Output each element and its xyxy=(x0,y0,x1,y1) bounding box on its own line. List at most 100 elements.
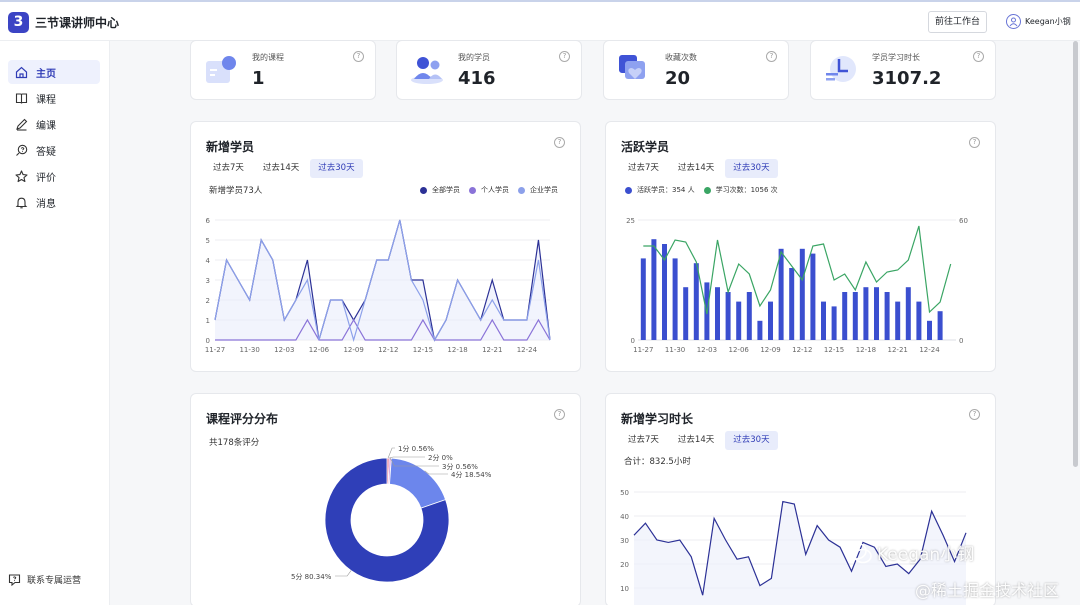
bar xyxy=(874,287,879,340)
bar xyxy=(651,239,657,340)
stat-card-courses[interactable]: 我的课程 1 ? xyxy=(190,40,376,100)
bar xyxy=(927,320,932,340)
x-tick-label: 12-06 xyxy=(309,346,330,354)
students-stat-icon xyxy=(411,57,443,84)
y-tick-label: 25 xyxy=(626,217,635,225)
help-icon[interactable]: ? xyxy=(554,137,565,148)
book-icon xyxy=(15,92,28,104)
x-tick-label: 12-03 xyxy=(697,346,717,354)
bar xyxy=(789,268,795,340)
help-icon[interactable]: ? xyxy=(353,51,364,62)
stat-label: 学员学习时长 xyxy=(872,53,920,62)
stat-value: 1 xyxy=(252,68,265,89)
sidebar-item-home[interactable]: 主页 xyxy=(8,60,100,84)
x-tick-label: 12-06 xyxy=(729,346,750,354)
contact-operator-link[interactable]: 联系专属运营 xyxy=(8,573,81,586)
x-tick-label: 11-30 xyxy=(665,346,685,354)
active-students-panel: 活跃学员 ? 过去7天 过去14天 过去30天 活跃学员：354 人 学习次数：… xyxy=(605,121,996,372)
bar xyxy=(768,301,773,340)
stat-card-students[interactable]: 我的学员 416 ? xyxy=(396,40,582,100)
legend-item[interactable]: 活跃学员：354 人 xyxy=(625,185,695,195)
legend-item[interactable]: 个人学员 xyxy=(469,185,509,195)
sidebar-item-messages[interactable]: 消息 xyxy=(8,190,100,214)
legend-item[interactable]: 企业学员 xyxy=(518,185,558,195)
tab-14-days[interactable]: 过去14天 xyxy=(670,159,722,178)
x-tick-label: 12-09 xyxy=(760,346,780,354)
study-time-panel: 新增学习时长 ? 过去7天 过去14天 过去30天 合计：832.5小时 10 2… xyxy=(605,393,996,605)
bar xyxy=(672,258,678,340)
app-logo[interactable]: 3 xyxy=(8,12,29,33)
sidebar: 主页 课程 编课 答疑 评价 消息 联系专属运营 xyxy=(0,41,110,605)
slice-label: 3分 0.56% xyxy=(442,462,478,471)
y-tick-label: 0 xyxy=(631,337,635,345)
new-students-panel: 新增学员 ? 过去7天 过去14天 过去30天 新增学员73人 全部学员 个人学… xyxy=(190,121,581,372)
tab-14-days[interactable]: 过去14天 xyxy=(670,431,722,450)
x-tick-label: 11-27 xyxy=(633,346,653,354)
user-menu[interactable]: Keegan小钢 xyxy=(1006,14,1071,29)
sidebar-item-edit-course[interactable]: 编课 xyxy=(8,112,100,136)
tab-7-days[interactable]: 过去7天 xyxy=(205,159,252,178)
legend-item[interactable]: 学习次数：1056 次 xyxy=(703,185,778,195)
bar xyxy=(810,253,816,340)
tab-30-days[interactable]: 过去30天 xyxy=(310,159,363,178)
x-tick-label: 12-09 xyxy=(343,346,363,354)
tab-30-days[interactable]: 过去30天 xyxy=(725,159,778,178)
chart-legend: 活跃学员：354 人 学习次数：1056 次 xyxy=(616,185,778,195)
user-icon xyxy=(1009,17,1018,27)
sidebar-item-reviews[interactable]: 评价 xyxy=(8,164,100,188)
active-students-chart: 0 25 0 60 11-27 11-30 12-03 12-06 12-09 12-12 12-1… xyxy=(626,217,968,354)
y-tick-label-right: 60 xyxy=(959,217,968,225)
x-tick-label: 11-27 xyxy=(205,346,225,354)
sidebar-item-label: 主页 xyxy=(36,68,56,80)
bar xyxy=(821,301,826,340)
help-icon[interactable]: ? xyxy=(969,409,980,420)
sidebar-item-label: 评价 xyxy=(36,172,56,184)
tab-7-days[interactable]: 过去7天 xyxy=(620,431,667,450)
new-students-chart: 0 1 2 3 4 5 6 11-27 11-30 12-03 12-06 12-09 12-12 12-… xyxy=(205,217,551,354)
legend-label: 活跃学员：354 人 xyxy=(637,186,695,194)
y-tick-label: 1 xyxy=(206,317,210,325)
label-leader-line xyxy=(424,470,448,475)
slice-label: 1分 0.56% xyxy=(398,444,434,453)
stat-label: 我的课程 xyxy=(252,53,284,62)
y-tick-label: 6 xyxy=(206,217,211,225)
study-time-summary: 合计：832.5小时 xyxy=(624,457,691,467)
bar xyxy=(757,320,763,340)
x-tick-label: 12-18 xyxy=(856,346,876,354)
page-scrollbar[interactable] xyxy=(1073,41,1078,467)
tab-7-days[interactable]: 过去7天 xyxy=(620,159,667,178)
chart-legend: 全部学员 个人学员 企业学员 xyxy=(411,185,558,195)
sidebar-item-qa[interactable]: 答疑 xyxy=(8,138,100,162)
bar xyxy=(916,301,922,340)
help-icon[interactable]: ? xyxy=(559,51,570,62)
workbench-button[interactable]: 前往工作台 xyxy=(928,11,988,33)
y-tick-label-right: 0 xyxy=(959,337,963,345)
stat-value: 416 xyxy=(458,68,496,89)
period-tabs: 过去7天 过去14天 过去30天 xyxy=(205,159,366,178)
bar xyxy=(937,311,943,340)
legend-label: 个人学员 xyxy=(481,186,509,194)
wechat-icon xyxy=(845,541,872,563)
favorites-stat-icon xyxy=(619,55,645,79)
tab-30-days[interactable]: 过去30天 xyxy=(725,431,778,450)
y-tick-label: 0 xyxy=(206,337,210,345)
sidebar-item-label: 答疑 xyxy=(36,146,56,158)
help-icon[interactable]: ? xyxy=(969,137,980,148)
label-leader-line xyxy=(335,570,352,577)
stat-card-favorites[interactable]: 收藏次数 20 ? xyxy=(603,40,789,100)
x-tick-label: 12-15 xyxy=(824,346,844,354)
stat-value: 20 xyxy=(665,68,691,89)
panel-title: 活跃学员 xyxy=(621,140,670,154)
y-tick-label: 30 xyxy=(620,537,629,545)
bar xyxy=(895,301,901,340)
stat-card-study-time[interactable]: 学员学习时长 3107.2 ? xyxy=(810,40,996,100)
tab-14-days[interactable]: 过去14天 xyxy=(255,159,307,178)
sidebar-item-label: 编课 xyxy=(36,120,56,132)
bar xyxy=(905,287,911,340)
help-icon[interactable]: ? xyxy=(766,51,777,62)
y-tick-label: 4 xyxy=(206,257,211,265)
help-icon[interactable]: ? xyxy=(973,51,984,62)
clock-stat-icon xyxy=(826,56,856,82)
sidebar-item-courses[interactable]: 课程 xyxy=(8,86,100,110)
legend-item[interactable]: 全部学员 xyxy=(420,185,460,195)
